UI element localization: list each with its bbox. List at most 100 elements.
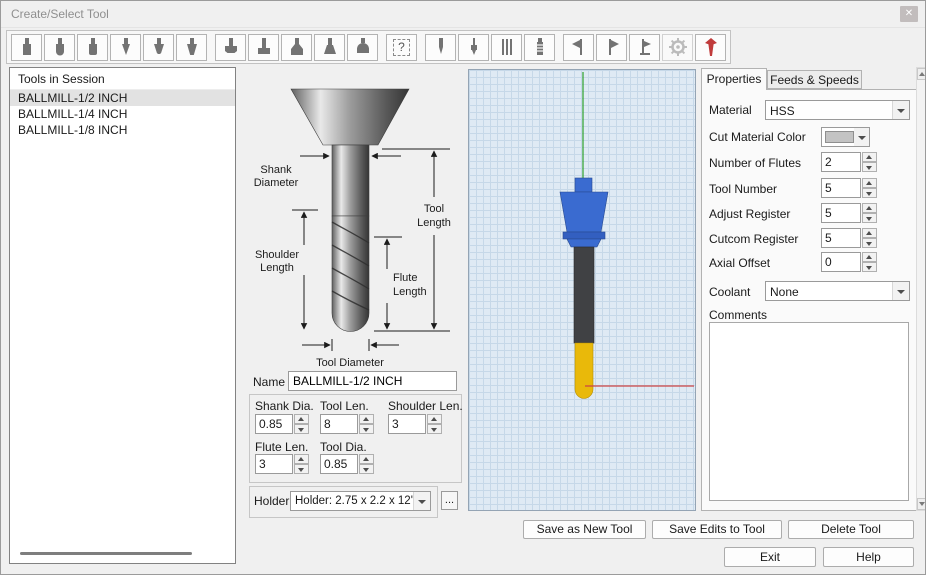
cutcom-register-label: Cutcom Register [709,232,799,246]
bull-nose-mill-icon[interactable] [77,33,108,61]
tool-preview-render [559,72,694,399]
tool-len-up-arrow[interactable] [359,414,374,424]
holder-dropdown-caret-icon[interactable] [413,492,430,510]
form-tool-left-icon[interactable] [563,33,594,61]
tool-length-dimension: Tool Length [374,148,451,332]
axial-offset-label: Axial Offset [709,256,771,270]
material-value: HSS [770,104,795,118]
shank-dia-input[interactable]: 0.85 [255,414,293,434]
tool-dia-input[interactable]: 0.85 [320,454,358,474]
form-tool-right-icon[interactable] [596,33,627,61]
ball-end-3d [574,342,594,399]
flutes-down-arrow[interactable] [862,162,877,172]
number-of-flutes-input[interactable]: 2 [821,152,861,172]
holder-browse-button[interactable]: ... [441,491,458,510]
axial-offset-up-arrow[interactable] [862,252,877,262]
cut-material-color-dropdown[interactable] [821,127,870,147]
vee-engraving-tool-icon[interactable] [110,33,141,61]
tap-tool-icon[interactable] [524,33,555,61]
save-edits-to-tool-button[interactable]: Save Edits to Tool [652,520,782,539]
right-vscrollbar[interactable] [916,67,925,511]
save-as-new-tool-button[interactable]: Save as New Tool [523,520,646,539]
tools-in-session-header: Tools in Session [10,68,235,90]
name-label: Name [253,375,286,389]
scroll-down-arrow[interactable] [917,498,925,510]
cut-material-color-label: Cut Material Color [709,130,806,144]
face-mill-icon[interactable] [215,33,246,61]
close-button[interactable]: ✕ [900,6,918,22]
exit-button[interactable]: Exit [724,547,816,567]
probe-tool-icon[interactable] [695,33,726,61]
hscroll-thumb[interactable] [20,552,192,555]
flute-len-input[interactable]: 3 [255,454,293,474]
cutcom-register-up-arrow[interactable] [862,228,877,238]
tool-diameter-label: Tool Diameter [316,357,384,369]
tool-number-up-arrow[interactable] [862,178,877,188]
comments-input[interactable] [709,322,909,501]
tool-number-input[interactable]: 5 [821,178,861,198]
countersink-icon[interactable] [347,33,378,61]
tool-number-down-arrow[interactable] [862,188,877,198]
axial-offset-input[interactable]: 0 [821,252,861,272]
taper-mill-icon[interactable] [176,33,207,61]
help-button[interactable]: Help [823,547,914,567]
center-drill-icon[interactable] [458,33,489,61]
tool-len-spinner: 8 [320,414,374,434]
tool-list-item[interactable]: BALLMILL-1/4 INCH [10,106,235,122]
shoulder-len-down-arrow[interactable] [427,424,442,434]
question-glyph: ? [393,38,410,56]
delete-tool-button[interactable]: Delete Tool [788,520,914,539]
axial-offset-down-arrow[interactable] [862,262,877,272]
spot-drill-icon[interactable] [425,33,456,61]
flat-end-mill-icon[interactable] [11,33,42,61]
tab-feeds-speeds[interactable]: Feeds & Speeds [767,70,862,89]
taper-ball-mill-icon[interactable] [143,33,174,61]
wheel-tool-gear-icon[interactable] [662,33,693,61]
cutcom-register-down-arrow[interactable] [862,238,877,248]
coolant-dropdown[interactable]: None [765,281,910,301]
shoulder-len-input[interactable]: 3 [388,414,426,434]
chamfer-mill-icon[interactable] [281,33,312,61]
ball-end-mill-icon[interactable] [44,33,75,61]
tool-name-input[interactable] [288,371,457,391]
coolant-value: None [770,285,799,299]
t-slot-cutter-icon[interactable] [248,33,279,61]
shank-dia-up-arrow[interactable] [294,414,309,424]
dovetail-cutter-icon[interactable] [314,33,345,61]
coolant-dropdown-caret-icon[interactable] [892,282,909,300]
flute-len-up-arrow[interactable] [294,454,309,464]
tab-properties[interactable]: Properties [701,68,767,90]
tool-len-input[interactable]: 8 [320,414,358,434]
lathe-form-tool-icon[interactable] [629,33,660,61]
tool-list-item[interactable]: BALLMILL-1/8 INCH [10,122,235,138]
color-swatch [825,131,854,143]
adjust-register-input[interactable]: 5 [821,203,861,223]
holder-dropdown[interactable]: Holder: 2.75 x 2.2 x 12'' [290,491,431,511]
scroll-up-arrow[interactable] [917,68,925,80]
undefined-tool-icon[interactable]: ? [386,33,417,61]
material-dropdown-caret-icon[interactable] [892,101,909,119]
adjust-register-up-arrow[interactable] [862,203,877,213]
tool-list: BALLMILL-1/2 INCH BALLMILL-1/4 INCH BALLMI… [10,90,235,138]
tool-dia-spinner: 0.85 [320,454,374,474]
tool-list-item[interactable]: BALLMILL-1/2 INCH [10,90,235,106]
tool-length-label-line1: Tool [424,203,444,215]
thread-mill-icon[interactable] [491,33,522,61]
tool-preview-viewport[interactable] [468,69,696,511]
shank-diameter-label-line1: Shank [260,164,292,176]
tool-dia-up-arrow[interactable] [359,454,374,464]
cutcom-register-input[interactable]: 5 [821,228,861,248]
adjust-register-down-arrow[interactable] [862,213,877,223]
comments-label: Comments [709,308,768,322]
shoulder-len-up-arrow[interactable] [427,414,442,424]
flute-len-down-arrow[interactable] [294,464,309,474]
color-dropdown-caret-icon[interactable] [853,128,869,146]
tool-len-down-arrow[interactable] [359,424,374,434]
shank-dia-down-arrow[interactable] [294,424,309,434]
flutes-up-arrow[interactable] [862,152,877,162]
material-dropdown[interactable]: HSS [765,100,910,120]
tool-list-hscrollbar[interactable] [16,551,227,556]
tool-dia-down-arrow[interactable] [359,464,374,474]
tool-dia-label: Tool Dia. [320,440,367,454]
flute-length-label-line2: Length [393,286,427,298]
